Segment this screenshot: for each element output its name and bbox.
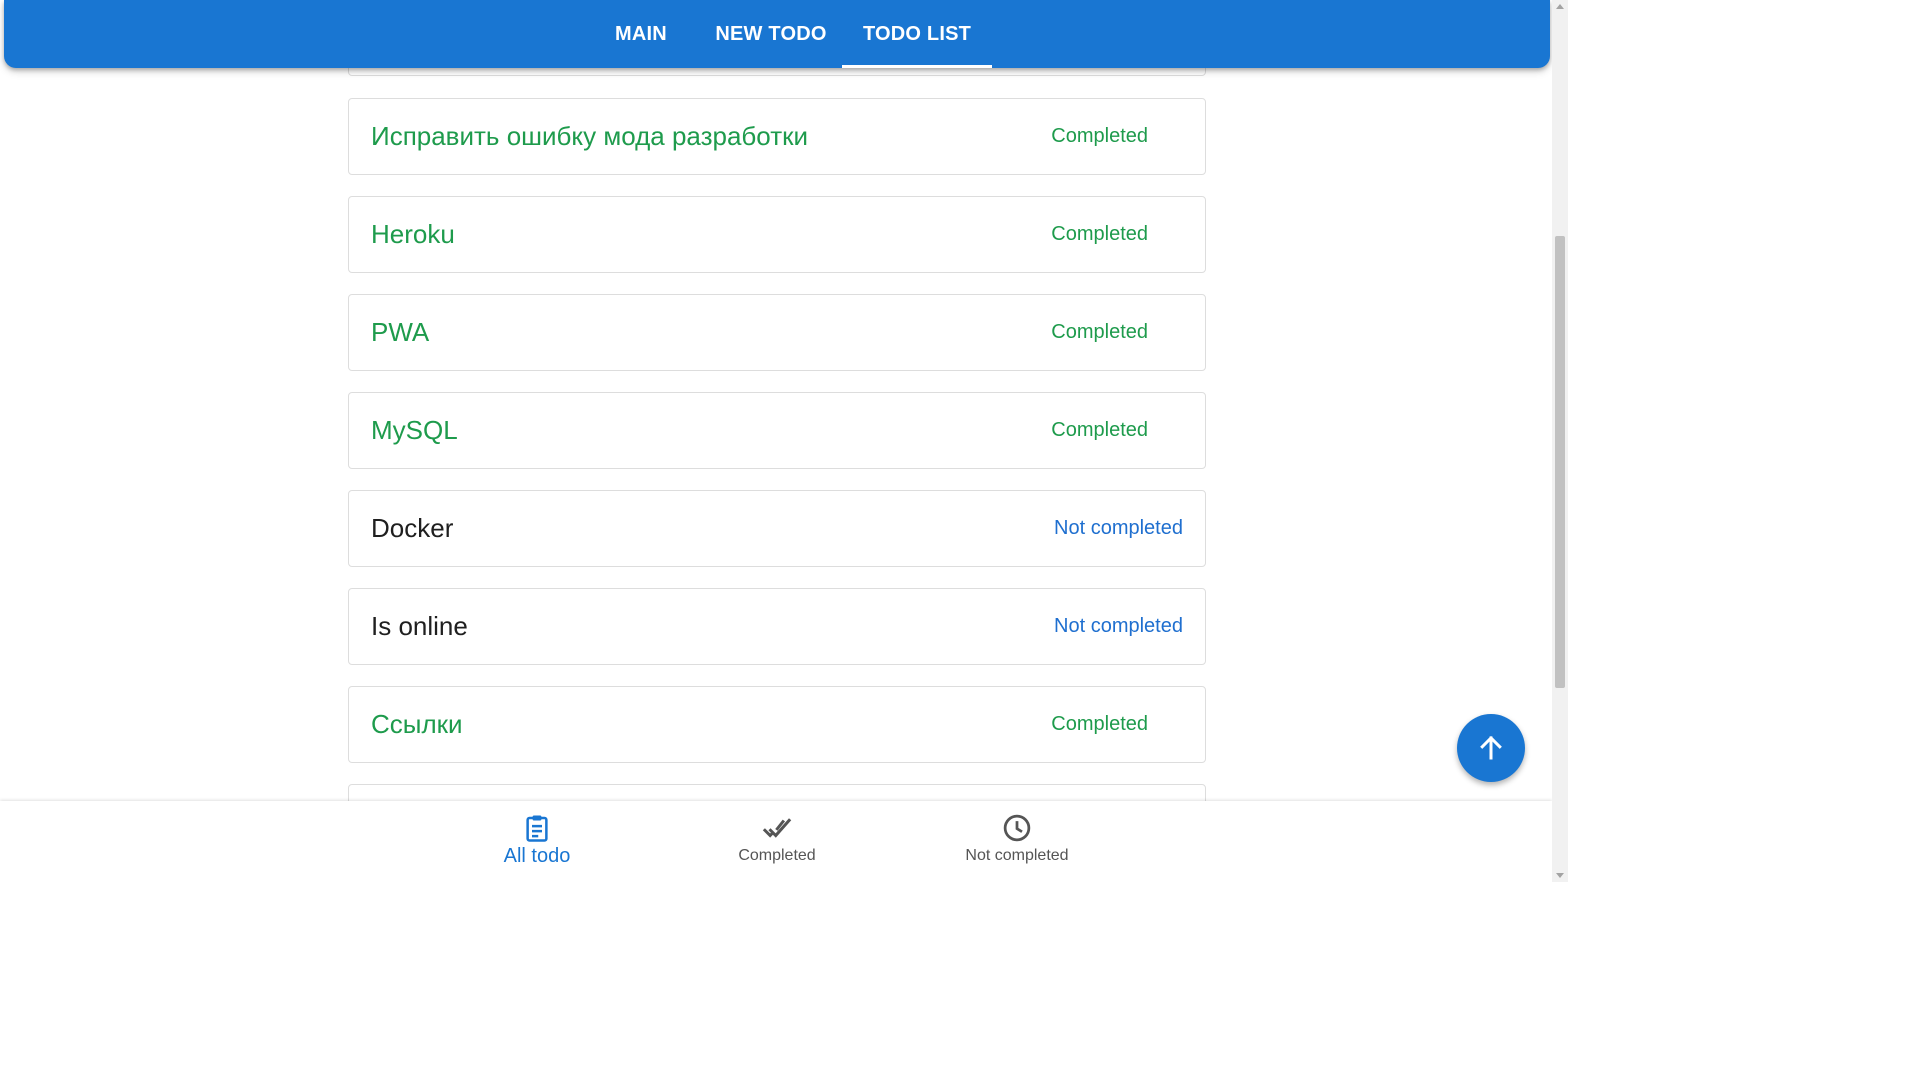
todo-card[interactable]: Исправить ошибку мода разработки Complet… — [348, 98, 1206, 175]
scroll-down-arrow[interactable] — [1556, 873, 1564, 878]
todo-card[interactable]: Is online Not completed — [348, 588, 1206, 665]
todo-title: Исправить ошибку мода разработки — [371, 121, 808, 151]
todo-title: Heroku — [371, 219, 455, 249]
tab-todo-list[interactable]: TODO LIST — [842, 0, 992, 68]
clipboard-list-icon — [526, 815, 548, 842]
todo-title: Docker — [371, 513, 454, 543]
bottom-navigation: All todo Completed Not completed — [0, 801, 1552, 882]
nav-all-todo-label: All todo — [503, 845, 571, 867]
todo-card[interactable]: Ссылки Completed — [348, 686, 1206, 763]
todo-status: Not completed — [1054, 615, 1183, 637]
todo-status: Not completed — [1054, 517, 1183, 539]
scroll-up-arrow[interactable] — [1556, 4, 1564, 9]
clock-icon — [1003, 814, 1031, 842]
todo-status: Completed — [1051, 419, 1148, 441]
nav-not-completed-label: Not completed — [965, 847, 1069, 864]
todo-title: Ссылки — [371, 709, 463, 739]
scroll-to-top-button[interactable] — [1457, 714, 1525, 782]
vertical-scrollbar[interactable] — [1552, 0, 1568, 882]
todo-status: Completed — [1051, 223, 1148, 245]
nav-all-todo[interactable]: All todo — [437, 801, 637, 882]
tab-new-todo[interactable]: NEW TODO — [701, 0, 841, 68]
todo-status: Completed — [1051, 321, 1148, 343]
active-tab-indicator — [842, 65, 992, 68]
todo-title: PWA — [371, 317, 430, 347]
todo-card[interactable]: Heroku Completed — [348, 196, 1206, 273]
nav-not-completed[interactable]: Not completed — [917, 801, 1117, 882]
todo-status: Completed — [1051, 125, 1148, 147]
nav-completed-label: Completed — [738, 847, 816, 864]
todo-card[interactable]: Docker Not completed — [348, 490, 1206, 567]
todo-app: MAIN NEW TODO TODO LIST Исправить ошибку… — [0, 0, 1568, 882]
todo-card[interactable]: MySQL Completed — [348, 392, 1206, 469]
todo-title: Is online — [371, 611, 468, 641]
todo-title: MySQL — [371, 415, 458, 445]
scroll-thumb[interactable] — [1555, 236, 1565, 688]
todo-status: Completed — [1051, 713, 1148, 735]
arrow-up-icon — [1480, 735, 1502, 760]
tab-main[interactable]: MAIN — [581, 0, 701, 68]
nav-completed[interactable]: Completed — [677, 801, 877, 882]
double-check-icon — [762, 818, 792, 838]
top-app-bar: MAIN NEW TODO TODO LIST — [4, 0, 1550, 68]
todo-card[interactable]: PWA Completed — [348, 294, 1206, 371]
